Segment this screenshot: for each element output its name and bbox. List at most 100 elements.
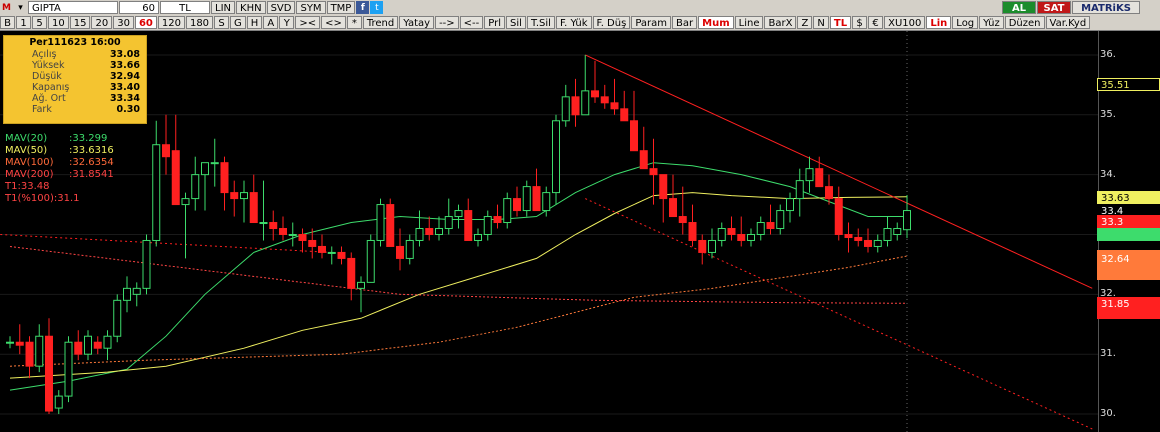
lin-button[interactable]: LIN (211, 1, 236, 14)
sym-button[interactable]: SYM (296, 1, 326, 14)
toolbar-button-10[interactable]: 10 (48, 16, 69, 29)
facebook-icon[interactable]: f (356, 1, 370, 14)
toolbar-button-30[interactable]: 30 (113, 16, 134, 29)
candle-body (93, 341, 102, 349)
toolbar-button-€[interactable]: € (868, 16, 884, 29)
currency-field[interactable]: TL (160, 1, 210, 14)
trendline (0, 233, 332, 253)
toolbar-button-b[interactable]: B (0, 16, 15, 29)
candle-body (483, 216, 492, 235)
tmp-button[interactable]: TMP (326, 1, 356, 14)
toolbar-button-g[interactable]: G (230, 16, 246, 29)
toolbar-button-line[interactable]: Line (734, 16, 764, 29)
y-tick-label: 30. (1100, 408, 1116, 420)
y-tick-label: 34. (1100, 168, 1116, 180)
candle-body (610, 102, 619, 110)
toolbar-button-bar[interactable]: Bar (672, 16, 698, 29)
toolbar-button--[interactable]: * (346, 16, 362, 29)
candle-body (249, 192, 258, 224)
info-value: 33.40 (109, 82, 140, 93)
candle-body (756, 222, 765, 235)
candle-body (659, 174, 668, 200)
toolbar-button-sil[interactable]: Sil (506, 16, 526, 29)
toolbar-button-prl[interactable]: Prl (484, 16, 506, 29)
candle-body (15, 341, 24, 346)
toolbar-button--[interactable]: <-- (459, 16, 484, 29)
candle-body (513, 198, 521, 212)
toolbar-button--[interactable]: <> (321, 16, 346, 29)
candle-body (308, 239, 317, 247)
toolbar-button-trend[interactable]: Trend (362, 16, 399, 29)
info-value: 33.34 (109, 93, 140, 104)
dropdown-arrow-icon[interactable]: ▾ (14, 1, 27, 14)
toolbar-button-log[interactable]: Log (952, 16, 979, 29)
toolbar-button-barx[interactable]: BarX (764, 16, 797, 29)
toolbar-button-lin[interactable]: Lin (926, 16, 952, 29)
candle-body (64, 341, 73, 397)
candle-body (415, 228, 424, 241)
sat-button[interactable]: SAT (1037, 1, 1071, 14)
candle-body (581, 90, 590, 116)
toolbar-button-60[interactable]: 60 (134, 16, 157, 29)
candle-body (405, 239, 414, 259)
toolbar-button-y[interactable]: Y (279, 16, 295, 29)
info-label: Fark (32, 104, 52, 115)
toolbar-button-mum[interactable]: Mum (698, 16, 734, 29)
toolbar-button-1[interactable]: 1 (16, 16, 31, 29)
legend-entry: MAV(20):33.299 (5, 133, 107, 144)
toolbar-button-a[interactable]: A (263, 16, 279, 29)
legend-name: MAV(100) (5, 157, 54, 168)
toolbar-button-z[interactable]: Z (797, 16, 813, 29)
candle-body (142, 239, 151, 289)
toolbar-button-20[interactable]: 20 (91, 16, 113, 29)
candle-body (825, 186, 833, 200)
candle-body (327, 251, 336, 254)
price-tag: 31.85 (1097, 297, 1160, 320)
toolbar-button-$[interactable]: $ (852, 16, 868, 29)
svd-button[interactable]: SVD (266, 1, 296, 14)
candle-body (240, 192, 248, 200)
toolbar-button-düzen[interactable]: Düzen (1004, 16, 1045, 29)
toolbar-button-param[interactable]: Param (631, 16, 672, 29)
candle-body (210, 162, 219, 165)
candle-body (630, 120, 638, 152)
candle-body (35, 335, 44, 367)
toolbar-button-5[interactable]: 5 (32, 16, 47, 29)
interval-field[interactable]: 60 (119, 1, 159, 14)
legend-name: MAV(20) (5, 133, 48, 144)
khn-button[interactable]: KHN (236, 1, 266, 14)
toolbar-button-120[interactable]: 120 (157, 16, 185, 29)
toolbar-button-h[interactable]: H (246, 16, 263, 29)
info-label: Yüksek (32, 60, 65, 71)
symbol-field[interactable]: GIPTA (28, 1, 118, 14)
candle-body (259, 222, 268, 225)
candle-body (493, 216, 502, 224)
info-label: Düşük (32, 71, 62, 82)
info-row: Yüksek 33.66 (4, 60, 146, 71)
toolbar-button-180[interactable]: 180 (185, 16, 214, 29)
candle-body (864, 239, 872, 247)
candle-body (561, 96, 570, 122)
candle-body (201, 162, 209, 176)
candle-body (396, 245, 404, 259)
candlestick-chart[interactable] (0, 31, 1098, 432)
candle-body (805, 168, 814, 182)
toolbar-button-f-yük[interactable]: F. Yük (555, 16, 592, 29)
twitter-icon[interactable]: t (370, 1, 384, 14)
al-button[interactable]: AL (1002, 1, 1036, 14)
toolbar-button-yatay[interactable]: Yatay (399, 16, 435, 29)
toolbar-button-n[interactable]: N (813, 16, 829, 29)
toolbar-button-t-sil[interactable]: T.Sil (526, 16, 555, 29)
toolbar-button-var-kyd[interactable]: Var.Kyd (1045, 16, 1091, 29)
candle-body (288, 233, 297, 236)
toolbar-button-s[interactable]: S (214, 16, 230, 29)
toolbar-button-xu100[interactable]: XU100 (884, 16, 926, 29)
toolbar-button-yüz[interactable]: Yüz (979, 16, 1004, 29)
candle-body (318, 245, 326, 253)
toolbar-button-f-düş[interactable]: F. Düş (592, 16, 631, 29)
toolbar-button-15[interactable]: 15 (69, 16, 91, 29)
toolbar-button-tl[interactable]: TL (829, 16, 852, 29)
toolbar-button--[interactable]: >< (295, 16, 321, 29)
toolbar-button--[interactable]: --> (435, 16, 459, 29)
legend-value: :33.6316 (69, 145, 114, 156)
